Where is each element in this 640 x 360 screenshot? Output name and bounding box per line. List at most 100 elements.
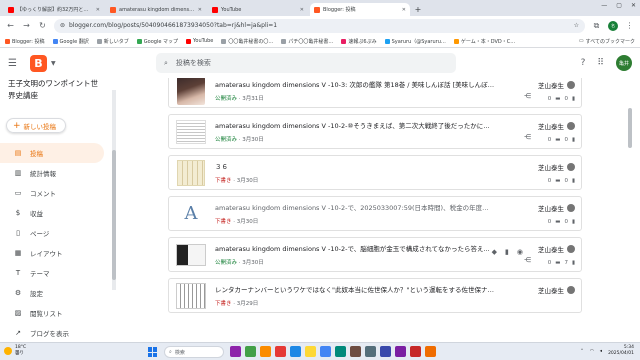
app-icon[interactable] [365,346,376,357]
minimize-icon[interactable]: — [601,2,607,9]
main-scrollbar[interactable] [628,78,634,342]
view-icon[interactable]: ◉ [517,248,523,256]
bookmark-item[interactable]: YouTube [186,38,213,44]
wifi-icon[interactable]: ◠ [590,349,594,354]
sidebar-item-view-blog[interactable]: ↗ ブログを表示 [0,323,112,342]
post-row[interactable]: A amaterasu kingdom dimensions V -10-2-で… [168,196,582,231]
label-icon[interactable]: ◆ [492,248,497,256]
post-row[interactable]: レンタカーナンバーというワケではなく"此奴本当に佐世保人か？"という運転をする佐… [168,278,582,313]
sidebar-item-pages[interactable]: ▯ ページ [0,223,112,243]
bookmark-item[interactable]: Blogger: 投稿 [5,38,45,45]
close-tab-icon[interactable]: ✕ [300,7,304,13]
app-icon[interactable] [425,346,436,357]
close-tab-icon[interactable]: ✕ [198,7,202,13]
post-title[interactable]: amaterasu kingdom dimensions V -10-2-で、2… [215,202,495,212]
bookmark-item[interactable]: 新しいタブ [96,38,129,45]
help-icon[interactable]: ? [581,58,586,68]
post-title[interactable]: レンタカーナンバーというワケではなく"此奴本当に佐世保人か？"という運転をする佐… [215,284,495,294]
extensions-icon[interactable]: ⧉ [592,21,601,31]
clock[interactable]: 5:34 2025/04/01 [608,345,634,357]
app-icon[interactable] [305,346,316,357]
chevron-down-icon[interactable]: ▼ [51,60,56,67]
tab-label: YouTube [221,6,242,13]
reload-icon[interactable]: ↻ [38,21,47,30]
app-icon[interactable] [275,346,286,357]
app-icon[interactable] [380,346,391,357]
url-field[interactable]: ⊜ blogger.com/blog/posts/504090466187393… [54,18,585,33]
post-row[interactable]: amaterasu kingdom dimensions V -10-3: 次郎… [168,78,582,108]
chrome-icon[interactable] [320,346,331,357]
bookmark-item[interactable]: ゲーム・本・DVD・C… [453,38,515,45]
taskbar-search[interactable]: ⌕ 検索 [164,346,224,358]
delete-icon[interactable]: ▮ [505,248,509,256]
windows-start-icon[interactable] [148,347,158,357]
forward-icon[interactable]: → [22,21,31,30]
share-icon[interactable]: ⋲ [524,133,531,141]
all-bookmarks-button[interactable]: ▭ すべてのブックマーク [579,38,635,45]
new-tab-button[interactable]: + [412,3,424,16]
hamburger-menu-icon[interactable]: ☰ [8,58,20,69]
post-title[interactable]: amaterasu kingdom dimensions V -10-2-⑩そう… [215,120,495,130]
bookmark-item[interactable]: 〇〇亀井秘書の〇… [221,38,273,45]
view-count: 0 [564,219,568,225]
bookmark-item[interactable]: Google マップ [136,38,178,45]
close-tab-icon[interactable]: ✕ [96,7,100,13]
post-date: 3月30日 [236,219,259,225]
app-icon[interactable] [395,346,406,357]
post-status: 下書き [215,301,232,307]
scrollbar-thumb[interactable] [628,108,632,148]
app-icon[interactable] [260,346,271,357]
post-title[interactable]: amaterasu kingdom dimensions V -10-2-で、脳… [215,243,495,253]
app-icon[interactable] [335,346,346,357]
sidebar-item-stats[interactable]: ▥ 統計情報 [0,163,112,183]
chevron-up-icon[interactable]: ⌃ [580,349,584,354]
sidebar-item-settings[interactable]: ⚙ 設定 [0,283,112,303]
app-icon[interactable] [350,346,361,357]
new-post-button[interactable]: + 新しい投稿 [6,118,66,133]
post-row-hovered[interactable]: amaterasu kingdom dimensions V -10-2-で、脳… [168,237,582,272]
post-row[interactable]: ３６ 下書き · 3月30日 芝山泰生 0 ▬ 0 ▮ [168,155,582,190]
close-window-icon[interactable]: ✕ [631,2,636,9]
apps-grid-icon[interactable]: ⠿ [597,58,604,68]
sidebar-item-earnings[interactable]: $ 収益 [0,203,112,223]
blog-title[interactable]: 王子文明のワンポイント世界史講座 [0,78,112,104]
post-title[interactable]: ３６ [215,161,495,171]
bookmark-item[interactable]: Syaruru（@Syaruru… [384,38,446,45]
share-icon[interactable]: ⋲ [524,256,531,264]
post-title[interactable]: amaterasu kingdom dimensions V -10-3: 次郎… [215,79,495,89]
maximize-icon[interactable]: ▢ [616,2,622,9]
app-icon[interactable] [245,346,256,357]
app-icon[interactable] [290,346,301,357]
app-icon[interactable] [230,346,241,357]
bookmark-item[interactable]: 速報ぷ6ぷみ [341,38,377,45]
scrollbar-thumb[interactable] [112,150,116,280]
browser-tab[interactable]: 【ゆっくり解説】約32万円と格安に… ✕ [4,3,104,16]
sidebar-item-posts[interactable]: ▤ 投稿 [0,143,104,163]
profile-avatar[interactable]: 名 [608,20,618,31]
bookmark-item[interactable]: Google 翻訳 [52,38,89,45]
sidebar-item-theme[interactable]: T テーマ [0,263,112,283]
post-row[interactable]: amaterasu kingdom dimensions V -10-2-⑩そう… [168,114,582,149]
app-icon[interactable] [410,346,421,357]
post-thumbnail: A [175,200,207,228]
sidebar-item-comments[interactable]: ▭ コメント [0,183,112,203]
bookmark-star-icon[interactable]: ☆ [574,22,579,29]
sidebar-item-layout[interactable]: ▦ レイアウト [0,243,112,263]
search-input[interactable]: ⌕ 投稿を検索 [156,53,456,73]
bookmark-item[interactable]: パチ〇〇亀井秘書… [281,38,333,45]
browser-tab-active[interactable]: Blogger: 投稿 ✕ [310,3,410,16]
browser-tab[interactable]: amaterasu kingdom dimensio… ✕ [106,3,206,16]
view-count: 0 [564,96,568,102]
close-tab-icon[interactable]: ✕ [402,7,406,13]
weather-widget[interactable]: 18°C 曇り [4,345,26,357]
browser-tab[interactable]: YouTube ✕ [208,3,308,16]
account-avatar[interactable]: 亀井 [616,55,632,71]
volume-icon[interactable]: ◂ [600,349,602,354]
blogger-logo[interactable]: B [30,54,47,72]
back-icon[interactable]: ← [6,21,15,30]
sidebar-item-reading-list[interactable]: ▨ 閲覧リスト [0,303,112,323]
more-menu-icon[interactable]: ⋮ [625,21,634,30]
site-info-icon[interactable]: ⊜ [60,22,65,29]
share-icon[interactable]: ⋲ [524,92,531,100]
sidebar-scrollbar[interactable] [112,90,116,290]
